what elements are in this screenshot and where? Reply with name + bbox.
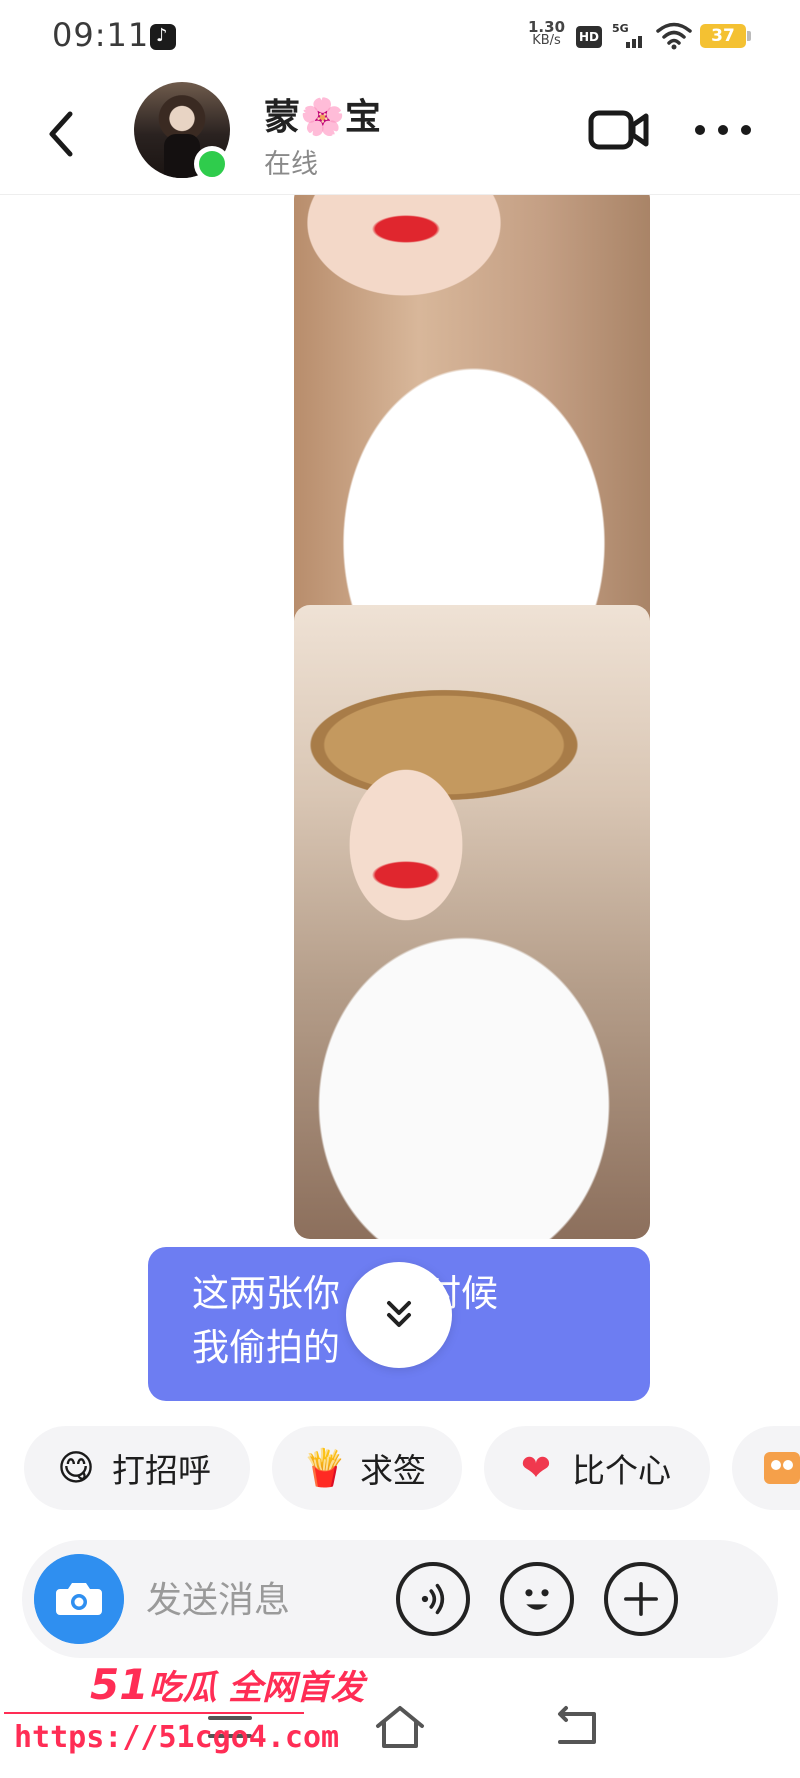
smiling-face-icon: 😋 (57, 1447, 95, 1489)
fortune-sticks-icon: 🍟 (302, 1448, 347, 1489)
wifi-icon (656, 22, 692, 50)
online-status-dot (194, 146, 230, 182)
back-button[interactable] (40, 104, 86, 164)
back-nav-button[interactable] (550, 1702, 606, 1752)
chat-header: 蒙🌸宝 在线 (0, 70, 800, 195)
signal-icon: 5G (612, 22, 646, 50)
quick-reply-fortune[interactable]: 🍟 求签 (272, 1426, 462, 1510)
quick-reply-bar: 😋 打招呼 🍟 求签 ❤ 比个心 (0, 1426, 800, 1514)
quick-reply-more[interactable] (732, 1426, 800, 1510)
battery-icon: 37 (700, 24, 751, 48)
hd-icon: HD (576, 26, 602, 48)
tiktok-notification-icon (150, 24, 176, 50)
heart-icon: ❤ (520, 1447, 552, 1489)
watermark-url: https://51cgo4.com (14, 1720, 340, 1755)
message-composer (22, 1540, 778, 1658)
status-bar: 09:11 1.30 KB/s HD 5G 37 (0, 0, 800, 70)
camera-button[interactable] (34, 1554, 124, 1644)
emoji-button[interactable] (500, 1562, 574, 1636)
voice-message-button[interactable] (396, 1562, 470, 1636)
watermark: 51吃瓜 全网首发 https://51cgo4.com (4, 1660, 364, 1770)
message-list[interactable]: 这两张你 的时候 我偷拍的 (0, 195, 800, 1405)
flower-emoji: 🌸 (300, 97, 345, 138)
status-time: 09:11 (52, 16, 150, 54)
scroll-to-bottom-button[interactable] (346, 1262, 452, 1368)
group-photo-icon (764, 1452, 800, 1484)
more-options-button[interactable] (692, 122, 754, 138)
add-more-button[interactable] (604, 1562, 678, 1636)
home-nav-button[interactable] (372, 1702, 428, 1752)
message-image-2[interactable] (294, 605, 650, 1239)
video-call-button[interactable] (588, 108, 650, 152)
network-speed: 1.30 KB/s (528, 18, 566, 48)
quick-reply-heart[interactable]: ❤ 比个心 (484, 1426, 710, 1510)
contact-name[interactable]: 蒙🌸宝 (264, 88, 381, 140)
contact-status: 在线 (264, 149, 318, 180)
quick-reply-greet[interactable]: 😋 打招呼 (24, 1426, 250, 1510)
